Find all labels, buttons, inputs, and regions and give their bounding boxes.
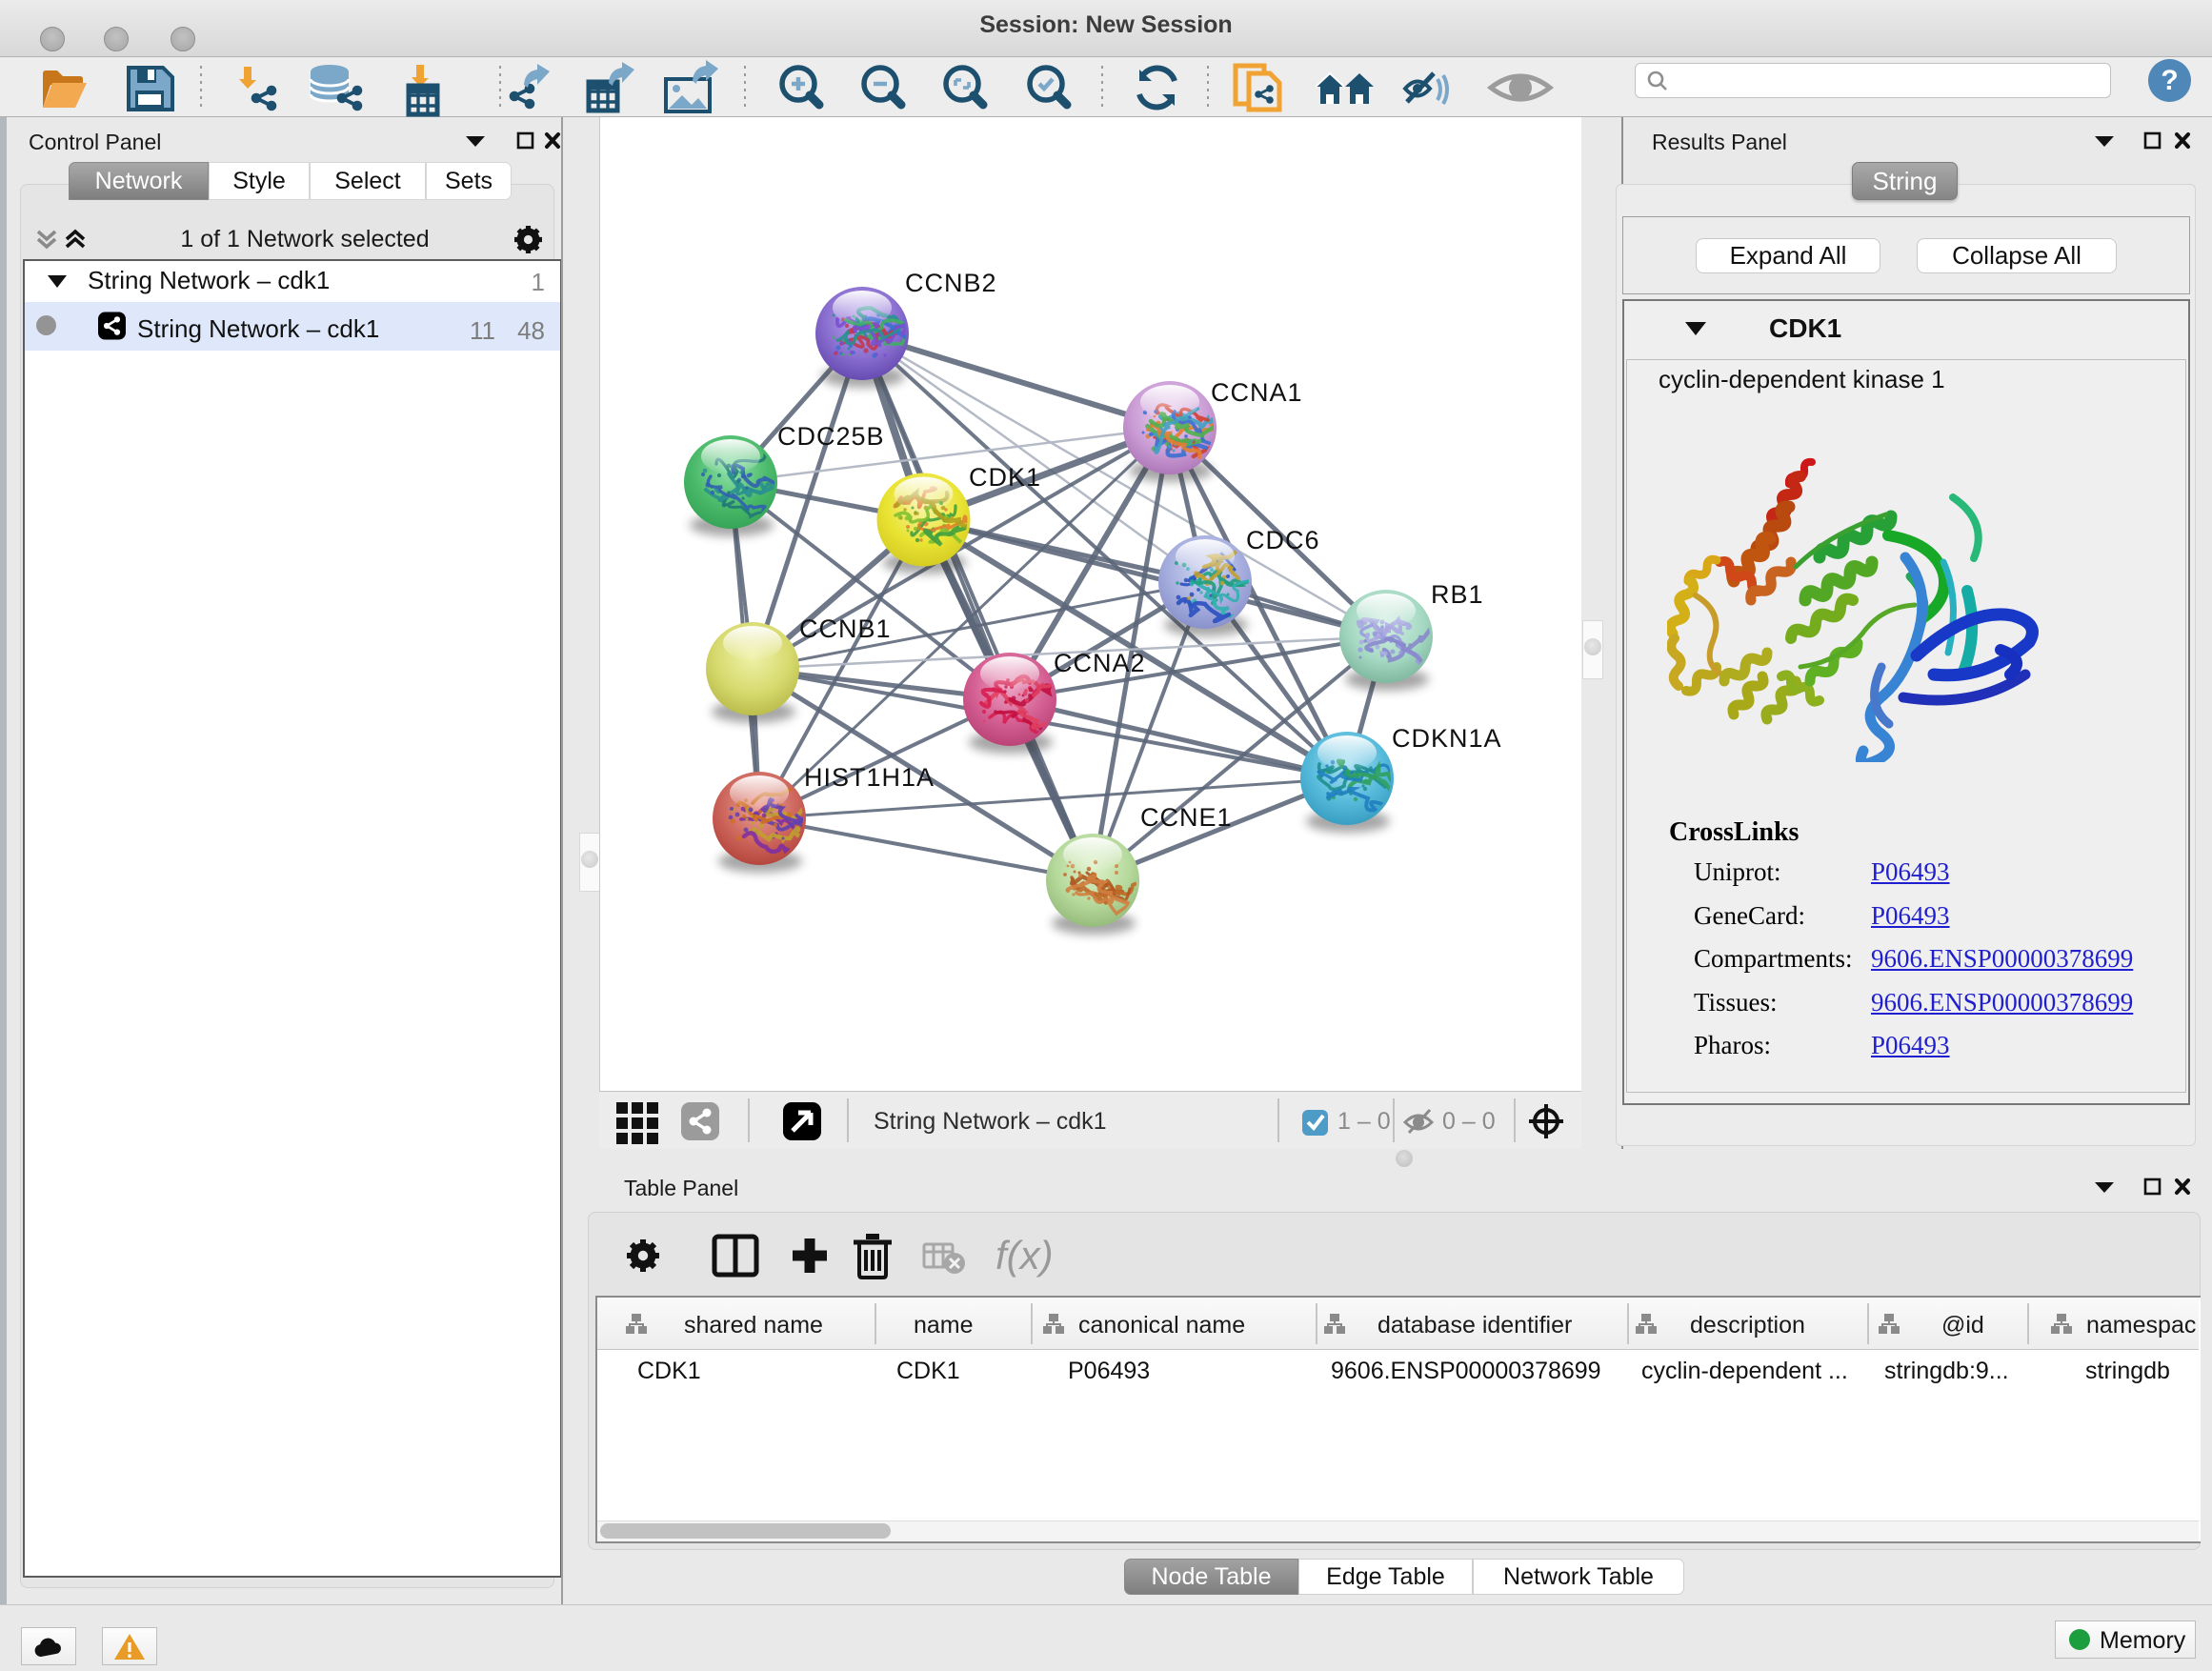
svg-text:description: description bbox=[1690, 1312, 1805, 1339]
svg-text:name: name bbox=[914, 1312, 974, 1339]
svg-text:CCNA1: CCNA1 bbox=[1211, 378, 1303, 407]
svg-text:CDC6: CDC6 bbox=[1246, 526, 1320, 554]
svg-text:canonical name: canonical name bbox=[1078, 1312, 1245, 1339]
svg-text:database identifier: database identifier bbox=[1377, 1312, 1572, 1339]
svg-text:RB1: RB1 bbox=[1431, 580, 1484, 609]
svg-text:shared name: shared name bbox=[684, 1312, 823, 1339]
svg-text:HIST1H1A: HIST1H1A bbox=[804, 763, 935, 792]
svg-text:CCNA2: CCNA2 bbox=[1054, 649, 1146, 677]
svg-text:CDK1: CDK1 bbox=[969, 463, 1041, 492]
svg-text:CCNB2: CCNB2 bbox=[905, 269, 997, 297]
svg-text:CCNB1: CCNB1 bbox=[799, 614, 892, 643]
svg-text:String Network – cdk1: String Network – cdk1 bbox=[874, 1108, 1107, 1135]
svg-text:CCNE1: CCNE1 bbox=[1140, 803, 1233, 832]
svg-text:namespac: namespac bbox=[2086, 1312, 2196, 1339]
svg-text:@id: @id bbox=[1941, 1312, 1984, 1339]
svg-text:f(x): f(x) bbox=[995, 1233, 1054, 1278]
svg-text:1 – 0: 1 – 0 bbox=[1337, 1108, 1391, 1135]
svg-text:CDKN1A: CDKN1A bbox=[1392, 724, 1502, 753]
svg-text:CDC25B: CDC25B bbox=[777, 422, 885, 451]
svg-text:0 – 0: 0 – 0 bbox=[1442, 1108, 1496, 1135]
